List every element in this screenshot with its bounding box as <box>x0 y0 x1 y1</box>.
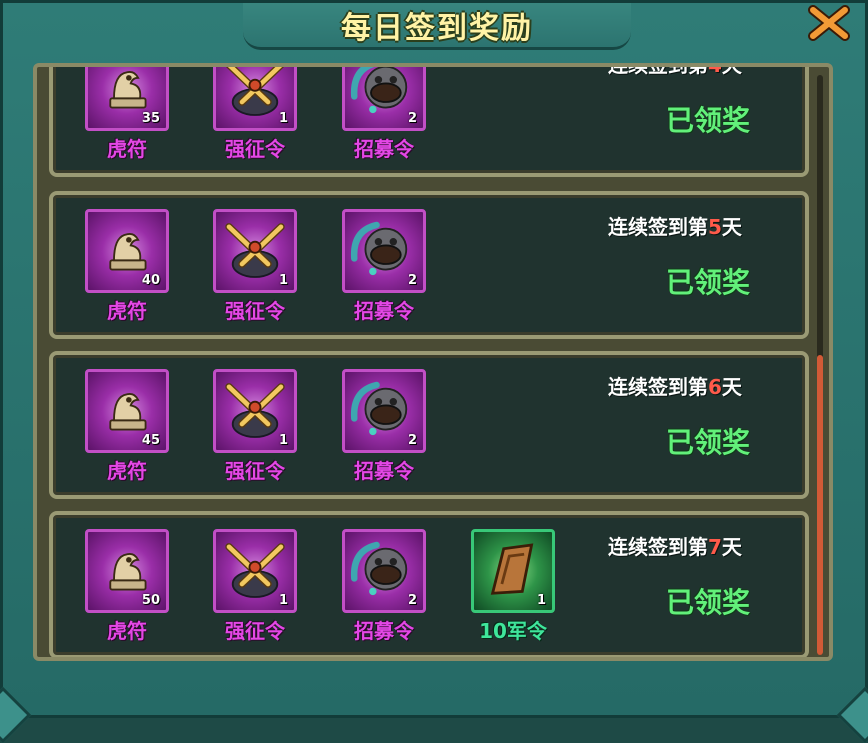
reward-item-label: 虎符 <box>107 459 147 483</box>
reward-item-label: 虎符 <box>107 619 147 643</box>
reward-item-label: 虎符 <box>107 137 147 161</box>
reward-row-day-7: 50 虎符 1 强征令 2 招募令 1 10军令 连续签到第7天已领奖 <box>49 511 809 657</box>
reward-item-slot[interactable]: 1 <box>213 529 297 613</box>
close-icon <box>808 5 850 41</box>
reward-item[interactable]: 35 虎符 <box>83 67 171 162</box>
reward-item-slot[interactable]: 2 <box>342 209 426 293</box>
sign-in-day-number: 5 <box>708 215 722 239</box>
title-bar: 每日签到奖励 <box>243 3 631 50</box>
reward-item-label: 虎符 <box>107 299 147 323</box>
claimed-status: 已领奖 <box>665 586 750 619</box>
reward-row-day-5: 40 虎符 1 强征令 2 招募令 连续签到第5天已领奖 <box>49 191 809 339</box>
claimed-status: 已领奖 <box>665 266 750 299</box>
reward-item-slot[interactable]: 2 <box>342 67 426 131</box>
claimed-status: 已领奖 <box>665 104 750 137</box>
reward-item-count: 50 <box>141 593 160 608</box>
reward-item-count: 1 <box>278 433 288 448</box>
reward-item-label: 10军令 <box>479 619 547 643</box>
reward-item-count: 2 <box>407 273 417 288</box>
reward-item-slot[interactable]: 50 <box>85 529 169 613</box>
reward-item-count: 40 <box>141 273 160 288</box>
claimed-status: 已领奖 <box>665 426 750 459</box>
reward-item[interactable]: 2 招募令 <box>340 369 428 484</box>
reward-item-label: 强征令 <box>225 619 285 643</box>
reward-item-count: 1 <box>536 593 546 608</box>
reward-item[interactable]: 1 强征令 <box>211 369 299 484</box>
frame-corner-ornament <box>0 686 32 743</box>
reward-item-slot[interactable]: 40 <box>85 209 169 293</box>
reward-item-label: 招募令 <box>354 137 414 161</box>
reward-item-label: 招募令 <box>354 459 414 483</box>
sign-in-day-suffix: 天 <box>721 375 742 399</box>
reward-item-count: 1 <box>278 593 288 608</box>
reward-item-count: 35 <box>141 111 160 126</box>
reward-item-slot[interactable]: 1 <box>471 529 555 613</box>
dialog-title: 每日签到奖励 <box>341 11 533 46</box>
reward-item[interactable]: 1 强征令 <box>211 209 299 324</box>
sign-in-day-prefix: 连续签到第 <box>608 63 708 77</box>
reward-item[interactable]: 1 强征令 <box>211 529 299 644</box>
reward-item-slot[interactable]: 2 <box>342 529 426 613</box>
sign-in-day-text: 连续签到第6天 <box>608 371 808 400</box>
reward-item-label: 强征令 <box>225 459 285 483</box>
reward-item-slot[interactable]: 2 <box>342 369 426 453</box>
reward-item[interactable]: 50 虎符 <box>83 529 171 644</box>
reward-list[interactable]: 35 虎符 1 强征令 2 招募令 连续签到第4天 已领奖 40 虎符 1 强征令 2 招募令 连续签到第5… <box>33 63 833 661</box>
reward-item-label: 招募令 <box>354 299 414 323</box>
reward-item-count: 1 <box>278 111 288 126</box>
sign-in-day-text: 连续签到第5天 <box>608 211 808 240</box>
reward-item[interactable]: 2 招募令 <box>340 67 428 162</box>
reward-item-count: 1 <box>278 273 288 288</box>
sign-in-day-prefix: 连续签到第 <box>608 215 708 239</box>
reward-item-slot[interactable]: 45 <box>85 369 169 453</box>
sign-in-day-prefix: 连续签到第 <box>608 375 708 399</box>
sign-in-day-suffix: 天 <box>721 535 742 559</box>
reward-row-day-6: 45 虎符 1 强征令 2 招募令 连续签到第6天已领奖 <box>49 351 809 499</box>
reward-item-count: 2 <box>407 111 417 126</box>
reward-item-slot[interactable]: 1 <box>213 67 297 131</box>
frame-corner-ornament <box>836 686 868 743</box>
reward-item-label: 招募令 <box>354 619 414 643</box>
reward-item-slot[interactable]: 1 <box>213 209 297 293</box>
reward-item[interactable]: 2 招募令 <box>340 529 428 644</box>
sign-in-day-number: 7 <box>708 535 722 559</box>
sign-in-day-prefix: 连续签到第 <box>608 535 708 559</box>
sign-in-day-suffix: 天 <box>721 63 742 77</box>
sign-in-day-suffix: 天 <box>721 215 742 239</box>
dialog-frame: 每日签到奖励 35 虎符 1 强征令 2 招募令 连续签到第4天 已领奖 40 虎符 1 强征令 2 招募… <box>0 0 868 743</box>
reward-item-label: 强征令 <box>225 299 285 323</box>
reward-item-count: 45 <box>141 433 160 448</box>
reward-item-label: 强征令 <box>225 137 285 161</box>
reward-item[interactable]: 2 招募令 <box>340 209 428 324</box>
sign-in-day-text: 连续签到第4天 <box>608 63 808 78</box>
reward-item-count: 2 <box>407 433 417 448</box>
reward-item[interactable]: 45 虎符 <box>83 369 171 484</box>
scrollbar-thumb[interactable] <box>817 355 823 655</box>
reward-row-day-4: 35 虎符 1 强征令 2 招募令 连续签到第4天已领奖 <box>49 63 809 177</box>
sign-in-day-text: 连续签到第7天 <box>608 531 808 560</box>
reward-item[interactable]: 1 10军令 <box>469 529 557 644</box>
reward-item-count: 2 <box>407 593 417 608</box>
reward-item-slot[interactable]: 35 <box>85 67 169 131</box>
reward-item[interactable]: 1 强征令 <box>211 67 299 162</box>
reward-item-slot[interactable]: 1 <box>213 369 297 453</box>
reward-item[interactable]: 40 虎符 <box>83 209 171 324</box>
sign-in-day-number: 4 <box>708 63 722 77</box>
sign-in-day-number: 6 <box>708 375 722 399</box>
close-button[interactable] <box>803 3 855 43</box>
